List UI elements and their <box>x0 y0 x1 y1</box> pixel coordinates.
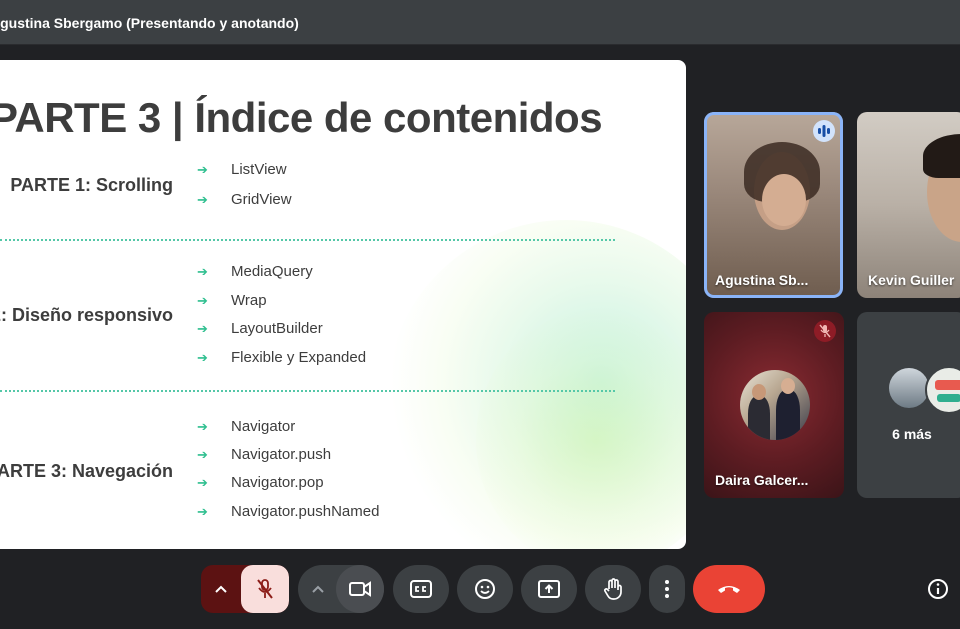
emoji-icon <box>475 579 495 599</box>
section-label-2: PARTE 2: Diseño responsivo <box>0 305 173 325</box>
bullet-item: ➔ ListView <box>197 161 287 178</box>
arrow-right-icon: ➔ <box>197 350 208 365</box>
section-label-3: PARTE 3: Navegación <box>0 461 173 481</box>
raise-hand-button[interactable] <box>585 565 641 613</box>
participant-name: Agustina Sb... <box>715 272 809 288</box>
meeting-details-button[interactable] <box>926 577 950 601</box>
avatar <box>889 368 929 408</box>
arrow-right-icon: ➔ <box>197 419 208 434</box>
participant-name: Kevin Guiller <box>868 272 955 288</box>
mic-off-icon <box>257 579 273 599</box>
speaking-indicator-icon <box>813 120 835 142</box>
hand-icon <box>604 578 622 600</box>
avatar <box>925 366 960 414</box>
avatar <box>740 370 810 440</box>
participant-hair <box>923 134 960 178</box>
section-divider <box>0 239 615 241</box>
bullet-item: ➔ Navigator <box>197 418 296 435</box>
more-participants-tile[interactable]: 6 más <box>857 312 960 498</box>
more-participants-label: 6 más <box>892 426 932 442</box>
arrow-right-icon: ➔ <box>197 162 208 177</box>
bullet-item: ➔ Navigator.push <box>197 446 332 463</box>
present-screen-icon <box>538 580 560 598</box>
camera-control-group <box>298 565 384 613</box>
bullet-item: ➔ Navigator.pushNamed <box>197 503 380 520</box>
participant-tile-daira[interactable]: Daira Galcer... <box>704 312 844 498</box>
bullet-item: ➔ MediaQuery <box>197 263 313 280</box>
chevron-up-icon <box>215 585 227 593</box>
more-vert-icon <box>665 580 669 598</box>
presentation-slide: PARTE 3 | Índice de contenidos PARTE 1: … <box>0 60 686 549</box>
meeting-topbar: Agustina Sbergamo (Presentando y anotand… <box>0 0 960 45</box>
arrow-right-icon: ➔ <box>197 475 208 490</box>
chevron-up-icon <box>312 585 324 593</box>
bullet-item: ➔ Navigator.pop <box>197 474 324 491</box>
camera-toggle-button[interactable] <box>336 565 384 613</box>
participant-face <box>762 174 806 226</box>
section-divider <box>0 390 615 392</box>
video-options-button[interactable] <box>298 565 338 613</box>
bullet-item: ➔ LayoutBuilder <box>197 320 323 337</box>
present-screen-button[interactable] <box>521 565 577 613</box>
more-options-button[interactable] <box>649 565 685 613</box>
presenter-status: Agustina Sbergamo (Presentando y anotand… <box>0 15 299 31</box>
mic-toggle-button[interactable] <box>241 565 289 613</box>
arrow-right-icon: ➔ <box>197 264 208 279</box>
slide-title: PARTE 3 | Índice de contenidos <box>0 94 603 141</box>
bullet-item: ➔ GridView <box>197 191 292 208</box>
mic-control-group <box>201 565 289 613</box>
mic-off-icon <box>814 320 836 342</box>
video-camera-icon <box>349 581 371 597</box>
arrow-right-icon: ➔ <box>197 192 208 207</box>
participant-tile-kevin[interactable]: Kevin Guiller <box>857 112 960 298</box>
captions-button[interactable] <box>393 565 449 613</box>
participant-name: Daira Galcer... <box>715 472 809 488</box>
bullet-item: ➔ Wrap <box>197 292 267 309</box>
arrow-right-icon: ➔ <box>197 504 208 519</box>
bullet-item: ➔ Flexible y Expanded <box>197 349 367 366</box>
arrow-right-icon: ➔ <box>197 447 208 462</box>
arrow-right-icon: ➔ <box>197 293 208 308</box>
phone-hangup-icon <box>718 586 740 593</box>
closed-captions-icon <box>410 580 432 598</box>
participant-tile-agustina[interactable]: Agustina Sb... <box>704 112 843 298</box>
info-icon <box>928 579 948 599</box>
section-label-1: PARTE 1: Scrolling <box>10 175 173 195</box>
leave-call-button[interactable] <box>693 565 765 613</box>
audio-options-button[interactable] <box>201 565 241 613</box>
arrow-right-icon: ➔ <box>197 321 208 336</box>
reactions-button[interactable] <box>457 565 513 613</box>
